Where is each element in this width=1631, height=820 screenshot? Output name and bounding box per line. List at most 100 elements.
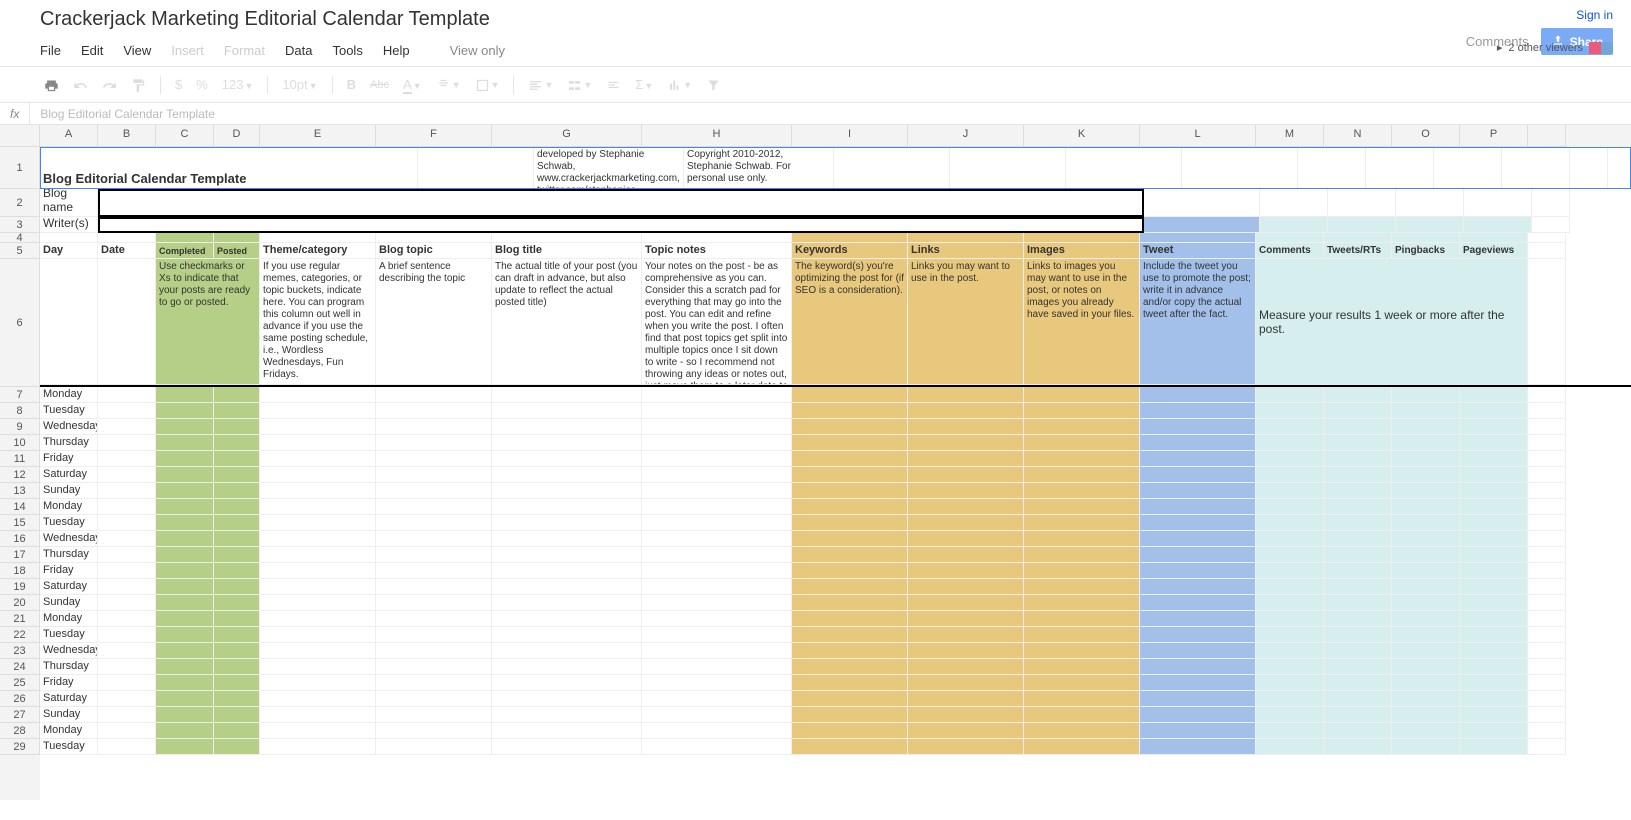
cell[interactable] [376, 531, 492, 547]
cell[interactable] [214, 419, 260, 435]
cell[interactable]: Tuesday [40, 739, 98, 755]
cell[interactable] [492, 627, 642, 643]
cell[interactable] [260, 467, 376, 483]
cell[interactable] [1460, 723, 1528, 739]
cell[interactable] [1460, 387, 1528, 403]
cell[interactable] [1256, 595, 1324, 611]
header-tweet[interactable]: Tweet [1140, 243, 1256, 259]
cell[interactable] [214, 659, 260, 675]
cell[interactable] [1392, 547, 1460, 563]
cell[interactable] [1140, 531, 1256, 547]
cell[interactable] [1324, 675, 1392, 691]
cell[interactable]: Monday [40, 723, 98, 739]
cell[interactable]: Friday [40, 451, 98, 467]
cell[interactable] [642, 611, 792, 627]
cell[interactable] [260, 627, 376, 643]
cell[interactable] [260, 387, 376, 403]
desc-links[interactable]: Links you may want to use in the post. [908, 259, 1024, 385]
cell[interactable] [214, 547, 260, 563]
cell[interactable] [792, 547, 908, 563]
cell[interactable] [1528, 739, 1566, 755]
cell[interactable] [156, 531, 214, 547]
cell[interactable] [1324, 707, 1392, 723]
cell[interactable] [1460, 691, 1528, 707]
cell[interactable] [376, 467, 492, 483]
cell[interactable] [492, 531, 642, 547]
menu-edit[interactable]: Edit [81, 43, 103, 58]
cell[interactable] [792, 675, 908, 691]
signin-link[interactable]: Sign in [1576, 8, 1613, 22]
cell[interactable] [156, 627, 214, 643]
cell[interactable] [260, 579, 376, 595]
cell[interactable] [792, 595, 908, 611]
cell[interactable] [1024, 691, 1140, 707]
cell[interactable] [1460, 547, 1528, 563]
cell[interactable] [642, 483, 792, 499]
cell[interactable] [1140, 403, 1256, 419]
cell[interactable] [156, 611, 214, 627]
cell[interactable] [1024, 435, 1140, 451]
cell[interactable] [1528, 611, 1566, 627]
cell[interactable] [1392, 451, 1460, 467]
column-header[interactable]: F [376, 125, 492, 147]
print-icon[interactable] [40, 74, 63, 94]
row-header[interactable]: 13 [0, 483, 40, 499]
cell[interactable] [492, 403, 642, 419]
cell[interactable] [1528, 451, 1566, 467]
cell[interactable] [214, 467, 260, 483]
cell[interactable] [260, 403, 376, 419]
cell[interactable] [1024, 467, 1140, 483]
menu-view[interactable]: View [123, 43, 151, 58]
cell[interactable] [1324, 403, 1392, 419]
header-completed[interactable]: Completed [156, 243, 214, 259]
cell[interactable] [214, 563, 260, 579]
cell[interactable] [1024, 723, 1140, 739]
row-header[interactable]: 10 [0, 435, 40, 451]
row-header[interactable]: 17 [0, 547, 40, 563]
cell-writers-label[interactable]: Writer(s) [40, 217, 98, 233]
cell[interactable] [260, 739, 376, 755]
cell[interactable] [1392, 595, 1460, 611]
menu-file[interactable]: File [40, 43, 61, 58]
header-title[interactable]: Blog title [492, 243, 642, 259]
cell[interactable] [792, 707, 908, 723]
cell[interactable] [908, 531, 1024, 547]
cell[interactable] [260, 611, 376, 627]
cell[interactable] [98, 563, 156, 579]
cell[interactable] [156, 387, 214, 403]
cell[interactable] [214, 595, 260, 611]
cell[interactable] [1528, 515, 1566, 531]
cell[interactable] [792, 499, 908, 515]
cell[interactable]: Sunday [40, 595, 98, 611]
cell[interactable] [156, 403, 214, 419]
cell[interactable] [156, 563, 214, 579]
cell[interactable] [1460, 643, 1528, 659]
cell[interactable] [98, 547, 156, 563]
column-header[interactable]: G [492, 125, 642, 147]
cell[interactable] [1392, 627, 1460, 643]
cell-title[interactable]: Blog Editorial Calendar Template [40, 147, 418, 189]
column-header[interactable]: C [156, 125, 214, 147]
row-header[interactable]: 22 [0, 627, 40, 643]
desc-topic[interactable]: A brief sentence describing the topic [376, 259, 492, 385]
cell[interactable] [376, 435, 492, 451]
cell[interactable] [908, 403, 1024, 419]
cell[interactable] [1460, 451, 1528, 467]
cell[interactable] [642, 579, 792, 595]
cell[interactable] [492, 435, 642, 451]
cell[interactable] [492, 611, 642, 627]
column-header[interactable]: O [1392, 125, 1460, 147]
cell[interactable] [1140, 627, 1256, 643]
cell[interactable] [260, 547, 376, 563]
desc-tweet[interactable]: Include the tweet you use to promote the… [1140, 259, 1256, 385]
cell[interactable] [492, 691, 642, 707]
cell[interactable] [1256, 403, 1324, 419]
cell[interactable] [492, 675, 642, 691]
cell[interactable] [1324, 435, 1392, 451]
cell[interactable] [1140, 515, 1256, 531]
cell[interactable] [1392, 387, 1460, 403]
cell[interactable]: Thursday [40, 547, 98, 563]
cell[interactable] [98, 483, 156, 499]
cell[interactable] [1324, 579, 1392, 595]
cell[interactable] [98, 403, 156, 419]
